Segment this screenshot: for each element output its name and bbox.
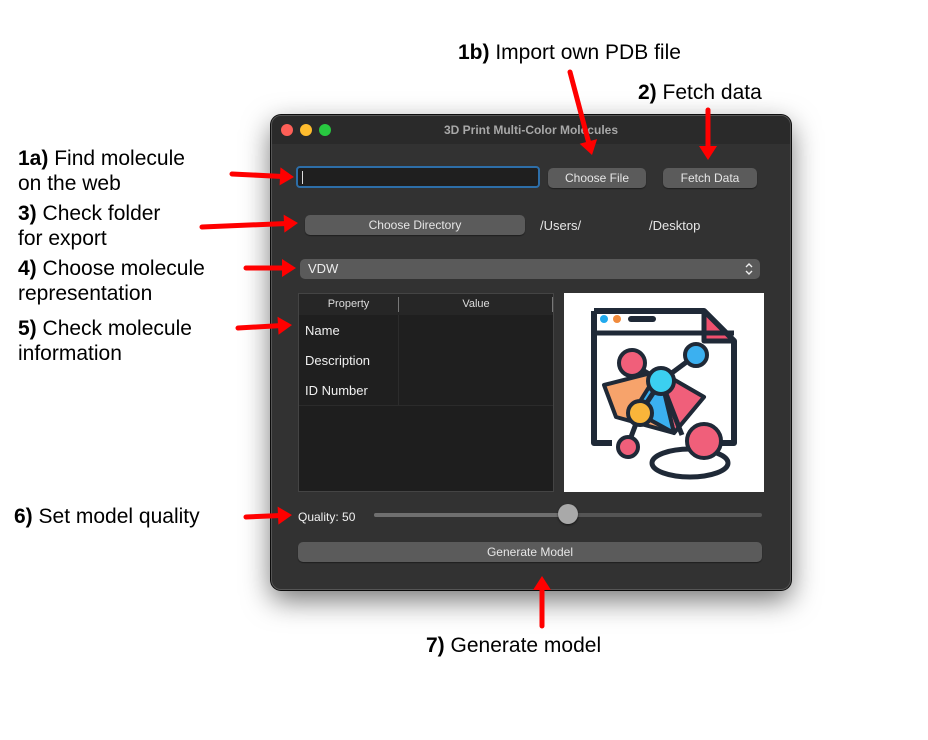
- molecule-search-input[interactable]: [296, 166, 540, 188]
- choose-file-button[interactable]: Choose File: [548, 168, 646, 188]
- choose-directory-button[interactable]: Choose Directory: [305, 215, 525, 235]
- property-description-cell: Description: [305, 353, 371, 368]
- annotation-6-number: 6): [14, 505, 33, 528]
- chevron-up-down-icon: [745, 263, 753, 275]
- annotation-1b: 1b) Import own PDB file: [458, 40, 681, 65]
- table-row[interactable]: Name: [299, 315, 553, 346]
- column-divider: [552, 297, 553, 312]
- text-caret: [302, 171, 303, 184]
- annotation-1b-number: 1b): [458, 41, 490, 64]
- title-bar[interactable]: 3D Print Multi-Color Molecules: [272, 116, 790, 144]
- representation-selected-value: VDW: [308, 261, 339, 276]
- annotation-7-text: Generate model: [450, 634, 602, 657]
- annotation-2-number: 2): [638, 81, 657, 104]
- property-id-number-cell: ID Number: [305, 383, 368, 398]
- table-row[interactable]: Description: [299, 345, 553, 376]
- annotation-1a-line1: Find molecule: [54, 147, 185, 170]
- annotation-2-text: Fetch data: [662, 81, 762, 104]
- annotation-2: 2) Fetch data: [638, 80, 762, 105]
- cell-divider: [398, 315, 399, 345]
- property-name-cell: Name: [305, 323, 340, 338]
- annotation-4-number: 4): [18, 257, 37, 280]
- annotation-6: 6) Set model quality: [14, 504, 200, 529]
- table-row[interactable]: ID Number: [299, 375, 553, 406]
- generate-model-button[interactable]: Generate Model: [298, 542, 762, 562]
- annotation-3: 3) Check folder for export: [18, 201, 160, 251]
- annotation-4: 4) Choose molecule representation: [18, 256, 205, 306]
- annotation-1a: 1a) Find molecule on the web: [18, 146, 185, 196]
- column-header-property[interactable]: Property: [299, 298, 398, 310]
- annotation-3-line1: Check folder: [42, 202, 161, 225]
- cell-divider: [398, 375, 399, 405]
- path-prefix: /Users/: [540, 218, 582, 233]
- annotation-6-text: Set model quality: [38, 505, 200, 528]
- quality-slider-knob[interactable]: [558, 504, 578, 524]
- annotation-5: 5) Check molecule information: [18, 316, 192, 366]
- molecule-app-logo: [564, 293, 764, 492]
- annotation-4-line1: Choose molecule: [42, 257, 205, 280]
- annotation-5-line2: information: [18, 342, 122, 365]
- column-header-value[interactable]: Value: [399, 298, 553, 310]
- cell-divider: [398, 345, 399, 375]
- annotation-1b-text: Import own PDB file: [495, 41, 681, 64]
- table-header: Property Value: [299, 294, 553, 316]
- annotation-3-number: 3): [18, 202, 37, 225]
- path-suffix: /Desktop: [649, 218, 701, 233]
- representation-select[interactable]: VDW: [300, 259, 760, 279]
- molecule-info-table: Property Value Name Description ID Numbe…: [298, 293, 554, 492]
- quality-label: Quality: 50: [298, 510, 356, 524]
- annotation-4-line2: representation: [18, 282, 153, 305]
- fetch-data-button[interactable]: Fetch Data: [663, 168, 757, 188]
- annotation-5-number: 5): [18, 317, 37, 340]
- annotation-7: 7) Generate model: [426, 633, 601, 658]
- molecule-logo-icon: [591, 308, 737, 480]
- annotation-1a-line2: on the web: [18, 172, 121, 195]
- annotation-7-number: 7): [426, 634, 445, 657]
- app-window: 3D Print Multi-Color Molecules Choose Fi…: [271, 115, 791, 590]
- annotation-5-line1: Check molecule: [42, 317, 192, 340]
- quality-slider-fill: [374, 513, 568, 517]
- window-title: 3D Print Multi-Color Molecules: [443, 123, 618, 137]
- annotation-1a-number: 1a): [18, 147, 49, 170]
- annotation-3-line2: for export: [18, 227, 107, 250]
